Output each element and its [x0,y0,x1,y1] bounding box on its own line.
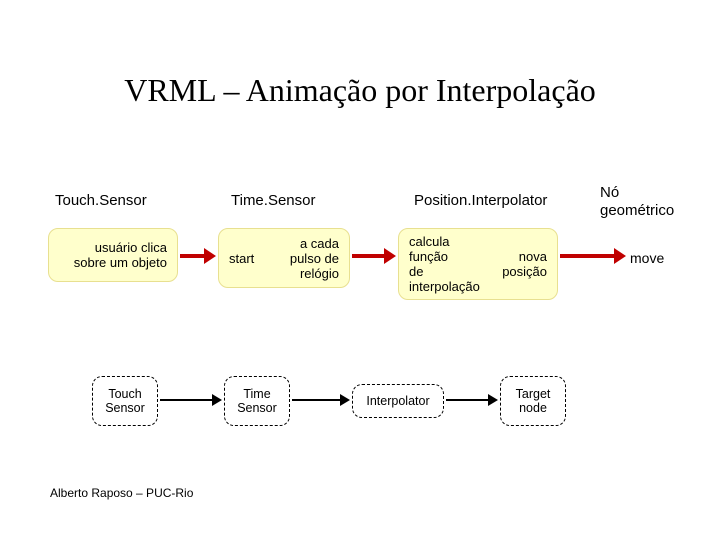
small-arrow-2 [292,399,342,401]
dbox-touch-sensor: Touch Sensor [92,376,158,426]
arrow-3 [560,254,616,258]
footer-credit: Alberto Raposo – PUC-Rio [50,486,193,500]
box-touch-sensor: usuário clica sobre um objeto [48,228,178,282]
box-interpolator: calcula função de interpolação nova posi… [398,228,558,300]
small-arrow-3 [446,399,490,401]
heading-touch-sensor: Touch.Sensor [55,192,147,210]
box-touch-sensor-text: usuário clica sobre um objeto [74,240,167,270]
dbox-interpolator: Interpolator [352,384,444,418]
box-time-sensor: start a cada pulso de relógio [218,228,350,288]
arrow-2 [352,254,386,258]
arrow-1 [180,254,206,258]
box-interpolator-right: nova posição [494,249,547,279]
heading-time-sensor: Time.Sensor [231,192,315,210]
label-move: move [630,250,664,266]
heading-geometric-node: Nó geométrico [600,184,674,220]
dbox-time-sensor: Time Sensor [224,376,290,426]
box-time-sensor-right: a cada pulso de relógio [290,236,339,281]
box-time-sensor-left: start [229,251,254,266]
dbox-target-node: Target node [500,376,566,426]
box-interpolator-left: calcula função de interpolação [409,234,480,294]
slide-title: VRML – Animação por Interpolação [0,72,720,109]
heading-position-interpolator: Position.Interpolator [414,192,547,210]
small-arrow-1 [160,399,214,401]
